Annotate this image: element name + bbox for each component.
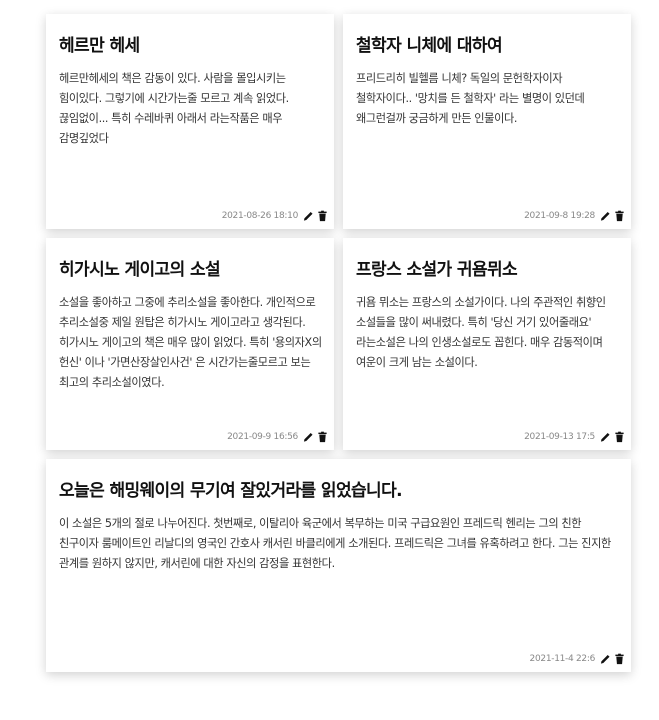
post-card[interactable]: 철학자 니체에 대하여 프리드리히 빌헬름 니체? 독일의 문헌학자이자 철학자… (343, 14, 631, 229)
trash-icon[interactable] (614, 210, 625, 222)
trash-icon[interactable] (614, 431, 625, 443)
post-title: 프랑스 소설가 귀욤뮈소 (356, 260, 518, 280)
post-date: 2021-11-4 22:6 (529, 654, 596, 664)
pencil-icon[interactable] (303, 431, 314, 443)
post-date: 2021-09-9 16:56 (227, 432, 298, 442)
post-body: 귀욤 뮈소는 프랑스의 소설가이다. 나의 주관적인 취향인 소설들을 많이 써… (356, 296, 606, 369)
post-card[interactable]: 헤르만 헤세 헤르만헤세의 책은 감동이 있다. 사람을 몰입시키는 힘이있다.… (46, 14, 334, 229)
post-body: 소설을 좋아하고 그중에 추리소설을 좋아한다. 개인적으로 추리소설중 제일 … (59, 296, 322, 389)
post-card[interactable]: 오늘은 해밍웨이의 무기여 잘있거라를 읽었습니다. 이 소설은 5개의 절로 … (46, 459, 631, 672)
post-card[interactable]: 프랑스 소설가 귀욤뮈소 귀욤 뮈소는 프랑스의 소설가이다. 나의 주관적인 … (343, 238, 631, 450)
post-meta: 2021-11-4 22:6 (530, 653, 625, 665)
post-meta: 2021-08-26 18:10 (222, 210, 328, 222)
post-body: 헤르만헤세의 책은 감동이 있다. 사람을 몰입시키는 힘이있다. 그렇기에 시… (59, 72, 289, 145)
post-title: 헤르만 헤세 (59, 36, 140, 56)
pencil-icon[interactable] (600, 431, 611, 443)
trash-icon[interactable] (614, 653, 625, 665)
trash-icon[interactable] (317, 210, 328, 222)
post-meta: 2021-09-13 17:5 (524, 431, 625, 443)
post-body: 프리드리히 빌헬름 니체? 독일의 문헌학자이자 철학자이다.. '망치를 든 … (356, 72, 585, 125)
trash-icon[interactable] (317, 431, 328, 443)
pencil-icon[interactable] (303, 210, 314, 222)
post-title: 철학자 니체에 대하여 (356, 36, 503, 56)
post-date: 2021-09-13 17:5 (524, 432, 595, 442)
post-meta: 2021-09-9 16:56 (227, 431, 328, 443)
post-body: 이 소설은 5개의 절로 나누어진다. 첫번째로, 이탈리아 육군에서 복무하는… (59, 517, 611, 570)
post-title: 오늘은 해밍웨이의 무기여 잘있거라를 읽었습니다. (59, 481, 403, 501)
pencil-icon[interactable] (600, 210, 611, 222)
post-meta: 2021-09-8 19:28 (524, 210, 625, 222)
post-title: 히가시노 게이고의 소설 (59, 260, 221, 280)
pencil-icon[interactable] (600, 653, 611, 665)
post-card[interactable]: 히가시노 게이고의 소설 소설을 좋아하고 그중에 추리소설을 좋아한다. 개인… (46, 238, 334, 450)
post-date: 2021-09-8 19:28 (524, 211, 595, 221)
post-date: 2021-08-26 18:10 (221, 211, 299, 221)
